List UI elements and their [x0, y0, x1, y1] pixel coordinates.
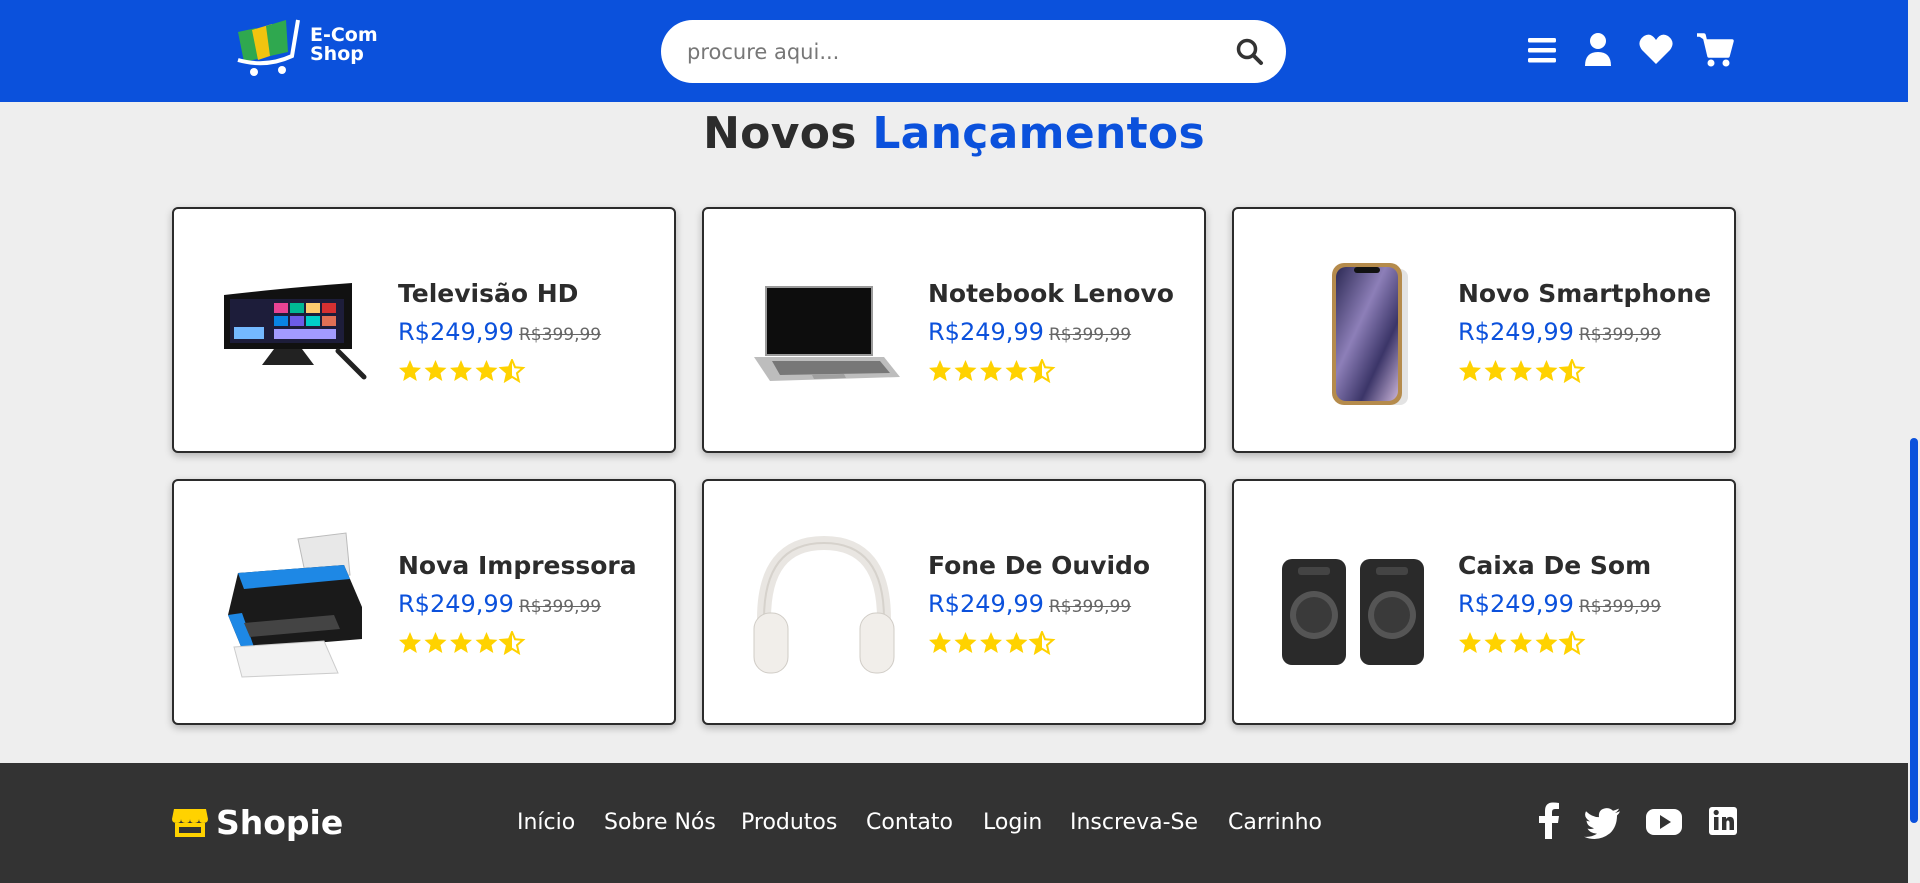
product-card[interactable]: Nova Impressora R$249,99 R$399,99: [172, 479, 676, 725]
user-icon: [1585, 33, 1611, 66]
product-name: Televisão HD: [398, 279, 579, 308]
footer-link-login[interactable]: Login: [983, 810, 1042, 835]
youtube-icon: [1646, 809, 1682, 835]
product-name: Caixa De Som: [1458, 551, 1652, 580]
product-name: Notebook Lenovo: [928, 279, 1174, 308]
footer-link-produtos[interactable]: Produtos: [741, 810, 837, 835]
facebook-link[interactable]: [1532, 801, 1566, 841]
section-title-part1: Novos: [703, 108, 857, 159]
star-full-icon: [954, 632, 977, 653]
star-full-icon: [1484, 632, 1507, 653]
search-button[interactable]: [1234, 36, 1266, 68]
star-rating: [399, 631, 526, 655]
linkedin-link[interactable]: [1706, 801, 1740, 841]
product-price: R$249,99: [1458, 590, 1574, 618]
site-header: E-Com Shop: [0, 0, 1908, 102]
star-full-icon: [1459, 360, 1481, 381]
twitter-link[interactable]: [1584, 801, 1622, 841]
star-rating: [1459, 359, 1586, 383]
product-card[interactable]: Caixa De Som R$249,99 R$399,99: [1232, 479, 1736, 725]
star-rating: [929, 359, 1056, 383]
footer-link-inicio[interactable]: Início: [517, 810, 575, 835]
section-title-part2: Lançamentos: [872, 108, 1205, 159]
youtube-link[interactable]: [1644, 801, 1684, 841]
product-price: R$249,99: [398, 318, 514, 346]
star-full-icon: [1535, 360, 1558, 381]
menu-icon: [1528, 38, 1556, 63]
star-full-icon: [929, 632, 951, 653]
heart-icon: [1639, 34, 1673, 64]
star-full-icon: [1484, 360, 1507, 381]
printer-image: [228, 532, 362, 678]
logo-text-line2: Shop: [310, 43, 364, 65]
headphones-image: [753, 535, 895, 674]
star-full-icon: [424, 632, 447, 653]
star-full-icon: [1510, 360, 1532, 381]
cart-icon: [1697, 33, 1734, 67]
scrollbar-thumb[interactable]: [1910, 438, 1918, 823]
star-full-icon: [1459, 632, 1481, 653]
star-full-icon: [399, 360, 421, 381]
star-full-icon: [1510, 632, 1532, 653]
product-old-price: R$399,99: [519, 597, 602, 617]
site-footer: Shopie Início Sobre Nós Produtos Contato…: [0, 763, 1908, 883]
product-card[interactable]: Televisão HD R$249,99 R$399,99: [172, 207, 676, 453]
footer-link-inscreva[interactable]: Inscreva-Se: [1070, 810, 1198, 835]
menu-button[interactable]: [1526, 30, 1562, 70]
star-full-icon: [1005, 360, 1028, 381]
star-full-icon: [475, 360, 498, 381]
star-full-icon: [399, 632, 421, 653]
star-full-icon: [1535, 632, 1558, 653]
cart-logo-icon: [237, 19, 300, 76]
footer-link-sobre[interactable]: Sobre Nós: [604, 810, 716, 835]
wishlist-button[interactable]: [1638, 30, 1674, 70]
product-old-price: R$399,99: [519, 325, 602, 345]
cart-button[interactable]: [1696, 30, 1734, 70]
account-button[interactable]: [1582, 30, 1618, 70]
product-old-price: R$399,99: [1579, 325, 1662, 345]
star-full-icon: [954, 360, 977, 381]
facebook-icon: [1539, 802, 1559, 839]
laptop-image: [754, 286, 900, 381]
tv-image: [224, 283, 367, 380]
section-title: Novos Lançamentos: [0, 108, 1908, 159]
product-name: Fone De Ouvido: [928, 551, 1151, 580]
search-icon: [1236, 38, 1263, 65]
speakers-image: [1282, 559, 1424, 665]
star-full-icon: [1005, 632, 1028, 653]
product-card[interactable]: Novo Smartphone R$249,99 R$399,99: [1232, 207, 1736, 453]
star-full-icon: [450, 360, 472, 381]
product-price: R$249,99: [928, 318, 1044, 346]
product-price: R$249,99: [928, 590, 1044, 618]
product-old-price: R$399,99: [1579, 597, 1662, 617]
star-full-icon: [929, 360, 951, 381]
smartphone-image: [1332, 263, 1408, 405]
star-full-icon: [450, 632, 472, 653]
product-old-price: R$399,99: [1049, 597, 1132, 617]
star-full-icon: [980, 360, 1002, 381]
brand-name: Shopie: [216, 803, 344, 842]
product-card[interactable]: Notebook Lenovo R$249,99 R$399,99: [702, 207, 1206, 453]
product-old-price: R$399,99: [1049, 325, 1132, 345]
footer-link-contato[interactable]: Contato: [866, 810, 953, 835]
search-bar: [661, 20, 1286, 83]
star-rating: [399, 359, 526, 383]
star-full-icon: [424, 360, 447, 381]
site-logo[interactable]: E-Com Shop: [236, 18, 386, 78]
store-icon: [172, 809, 208, 837]
product-price: R$249,99: [1458, 318, 1574, 346]
product-name: Nova Impressora: [398, 551, 637, 580]
star-full-icon: [980, 632, 1002, 653]
product-card[interactable]: Fone De Ouvido R$249,99 R$399,99: [702, 479, 1206, 725]
footer-link-carrinho[interactable]: Carrinho: [1228, 810, 1322, 835]
linkedin-icon: [1709, 807, 1737, 835]
star-rating: [929, 631, 1056, 655]
product-price: R$249,99: [398, 590, 514, 618]
search-input[interactable]: [685, 35, 1205, 69]
product-name: Novo Smartphone: [1458, 279, 1712, 308]
star-full-icon: [475, 632, 498, 653]
twitter-icon: [1584, 808, 1620, 840]
star-rating: [1459, 631, 1586, 655]
